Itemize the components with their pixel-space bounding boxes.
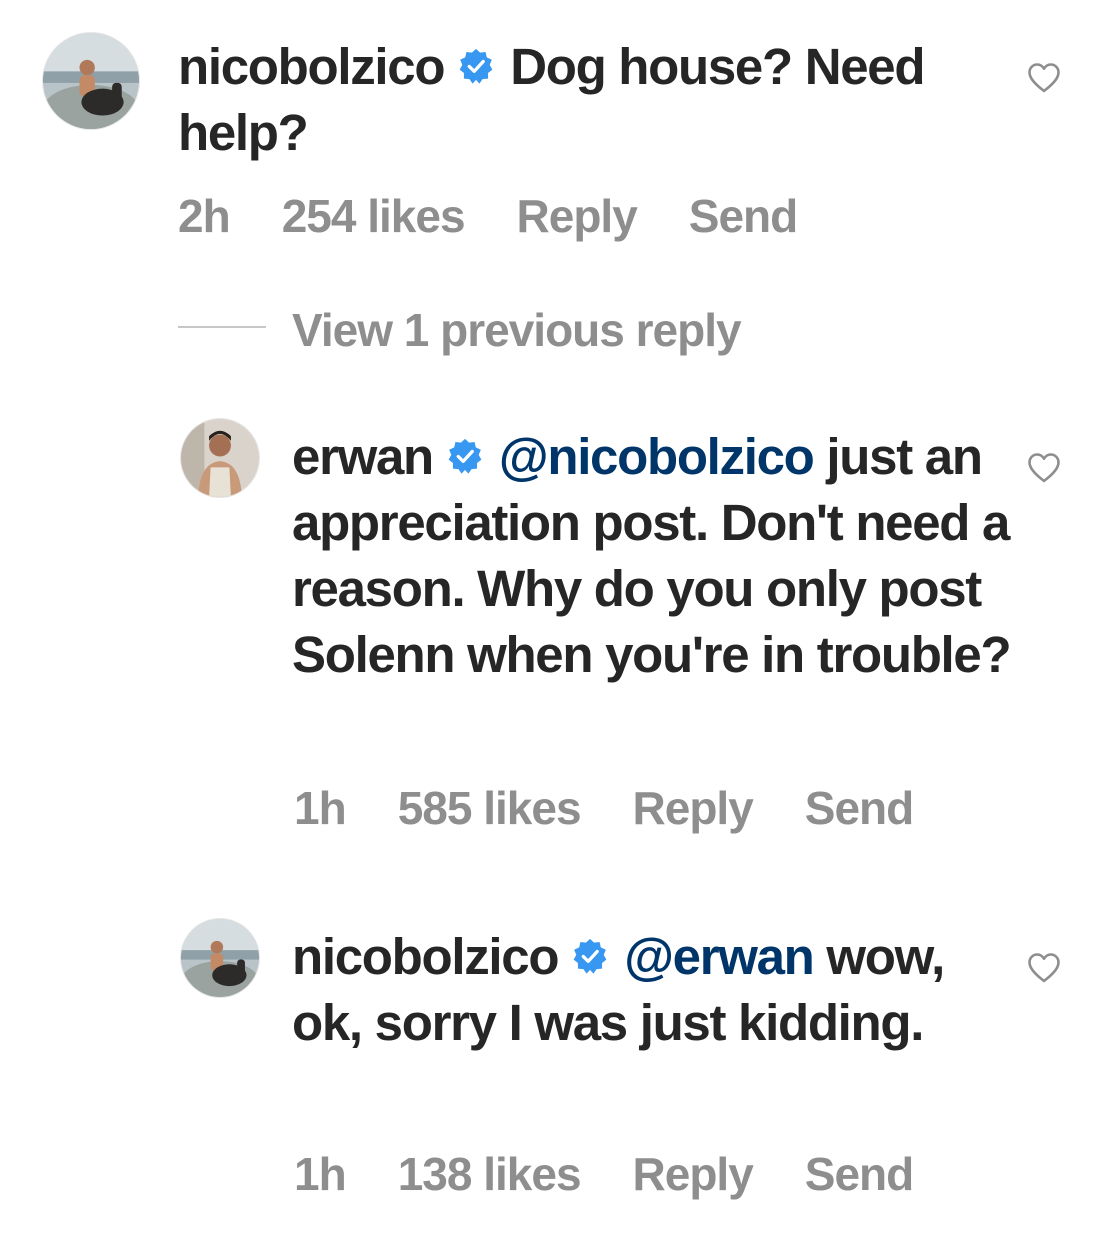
- mention-link[interactable]: @erwan: [624, 928, 815, 985]
- mention-link[interactable]: @nicobolzico: [499, 428, 815, 485]
- send-button[interactable]: Send: [689, 190, 798, 242]
- like-count[interactable]: 585 likes: [398, 782, 582, 834]
- heart-outline-icon[interactable]: [1027, 62, 1061, 94]
- comment-body: nicobolzico Dog house? Need help?: [178, 34, 998, 166]
- verified-badge-icon: [447, 438, 483, 474]
- avatar[interactable]: [42, 32, 140, 130]
- username[interactable]: nicobolzico: [178, 38, 446, 95]
- avatar[interactable]: [180, 918, 260, 998]
- send-button[interactable]: Send: [805, 782, 914, 834]
- comment-body: nicobolzico @erwan wow, ok, sorry I was j…: [292, 924, 992, 1056]
- comment-body: erwan @nicobolzico just an appreciation p…: [292, 424, 1012, 688]
- comment-meta: 1h 138 likes Reply Send: [294, 1146, 914, 1202]
- like-count[interactable]: 254 likes: [282, 190, 466, 242]
- heart-outline-icon[interactable]: [1027, 952, 1061, 984]
- view-replies-button[interactable]: View 1 previous reply: [178, 302, 742, 358]
- comment-meta: 1h 585 likes Reply Send: [294, 780, 914, 836]
- heart-outline-icon[interactable]: [1027, 452, 1061, 484]
- comment-time: 1h: [294, 1148, 347, 1200]
- reply-button[interactable]: Reply: [517, 190, 638, 242]
- like-count[interactable]: 138 likes: [398, 1148, 582, 1200]
- view-replies-label: View 1 previous reply: [292, 304, 742, 356]
- username[interactable]: nicobolzico: [292, 928, 560, 985]
- comment-time: 2h: [178, 190, 231, 242]
- avatar[interactable]: [180, 418, 260, 498]
- reply-button[interactable]: Reply: [633, 782, 754, 834]
- reply-button[interactable]: Reply: [633, 1148, 754, 1200]
- verified-badge-icon: [572, 938, 608, 974]
- username[interactable]: erwan: [292, 428, 434, 485]
- divider-line: [178, 326, 266, 328]
- comment-meta: 2h 254 likes Reply Send: [178, 188, 798, 244]
- comment-time: 1h: [294, 782, 347, 834]
- send-button[interactable]: Send: [805, 1148, 914, 1200]
- verified-badge-icon: [458, 48, 494, 84]
